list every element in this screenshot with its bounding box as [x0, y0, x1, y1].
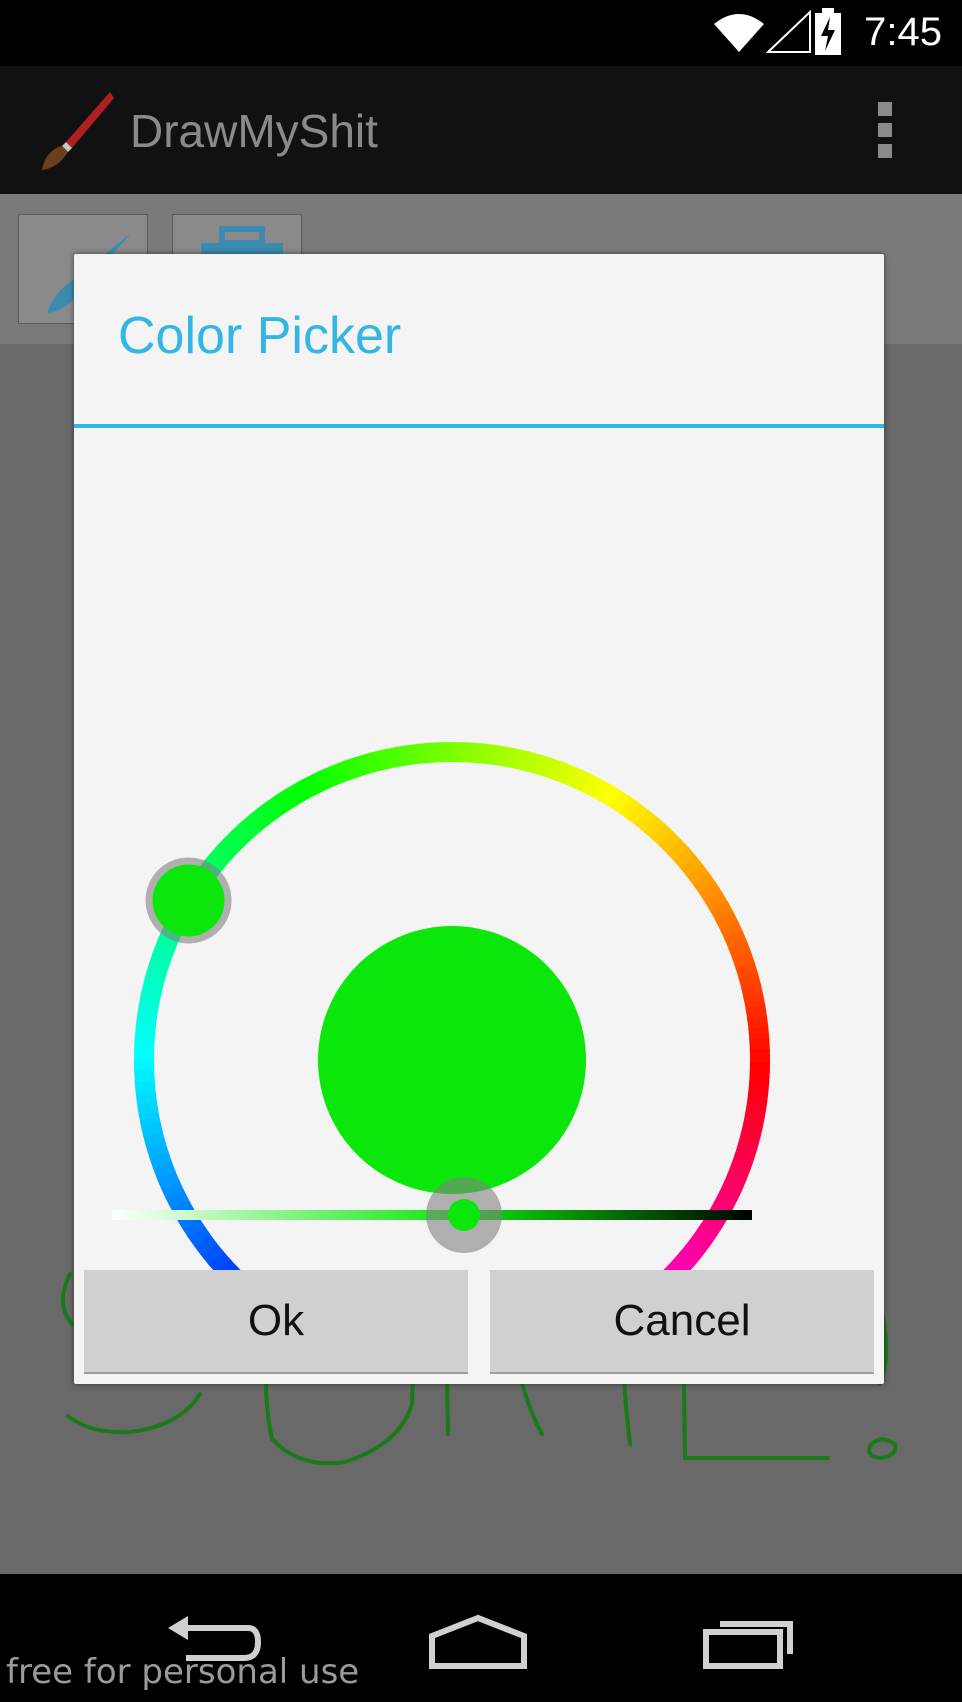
value-slider-handle[interactable]: [426, 1177, 502, 1253]
hue-handle[interactable]: [145, 857, 232, 944]
ok-button[interactable]: Ok: [84, 1270, 468, 1374]
navigation-bar: free for personal use: [0, 1574, 962, 1702]
status-bar: 7:45: [0, 0, 962, 66]
selected-color-swatch[interactable]: [318, 926, 586, 1194]
app-title: DrawMyShit: [130, 105, 378, 157]
title-divider: [74, 424, 884, 428]
color-picker-dialog: Color Picker Ok Cancel: [74, 254, 884, 1384]
wifi-icon: [714, 14, 764, 52]
color-wheel-area: [134, 742, 770, 1274]
value-slider[interactable]: [74, 1170, 884, 1260]
status-time: 7:45: [864, 10, 942, 54]
action-bar: DrawMyShit: [0, 66, 962, 194]
home-icon[interactable]: [428, 1614, 528, 1670]
dialog-buttons: Ok Cancel: [84, 1270, 874, 1376]
overflow-menu-icon[interactable]: [870, 100, 900, 160]
dialog-title: Color Picker: [118, 307, 402, 365]
recent-apps-icon[interactable]: [700, 1614, 796, 1670]
paintbrush-icon: [42, 92, 114, 170]
cancel-button[interactable]: Cancel: [490, 1270, 874, 1374]
battery-charging-icon: [815, 8, 841, 55]
watermark-text: free for personal use: [6, 1652, 360, 1692]
signal-icon: [766, 10, 811, 53]
